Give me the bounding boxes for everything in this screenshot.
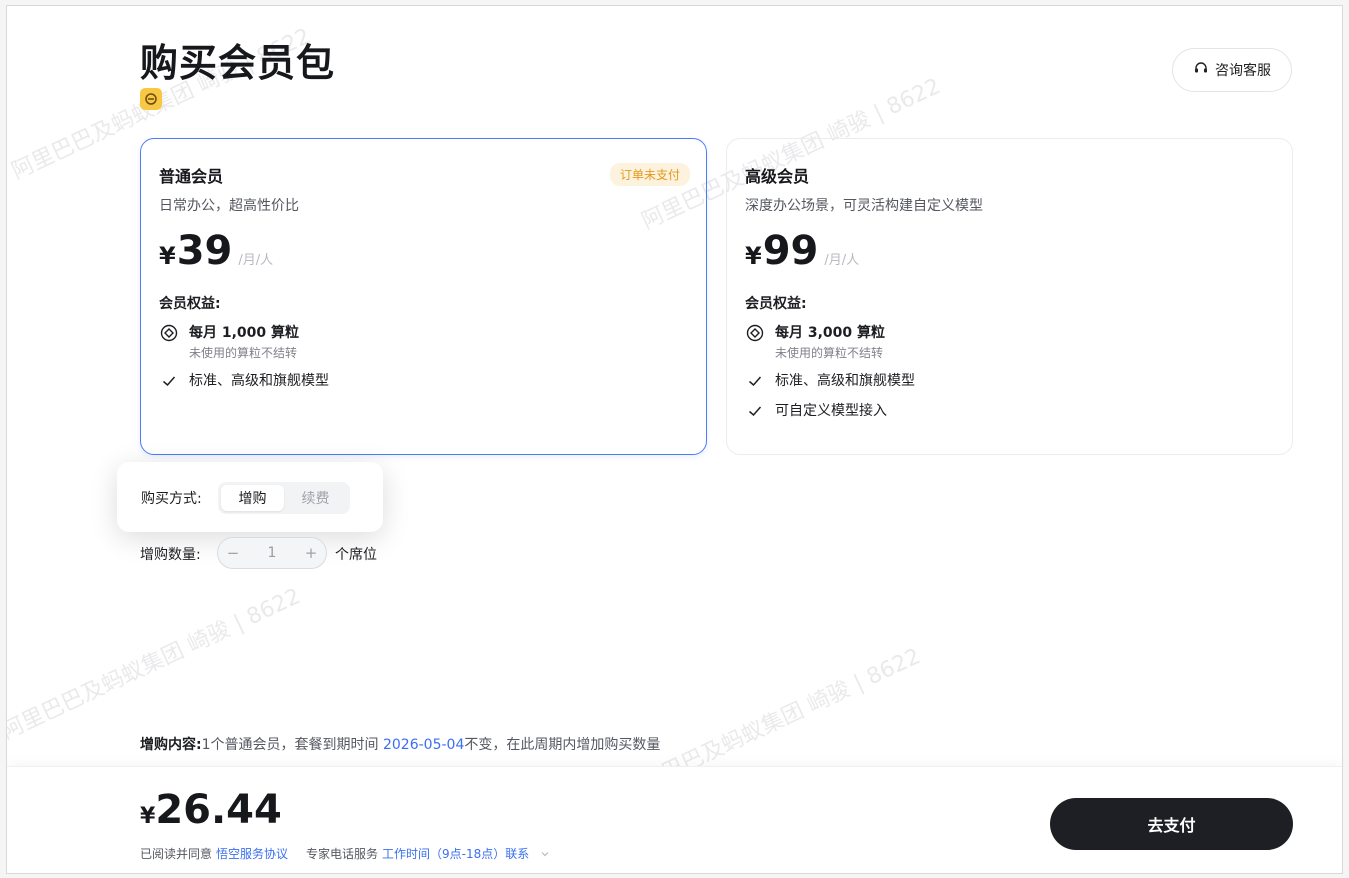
unpaid-order-badge: 订单未支付 xyxy=(609,163,690,186)
quantity-label: 增购数量: xyxy=(140,547,201,563)
quantity-stepper: − 1 + xyxy=(217,537,327,569)
plan-description: 深度办公场景，可灵活构建自定义模型 xyxy=(745,198,983,214)
benefit-main-text: 每月 3,000 算粒 xyxy=(775,325,886,341)
purchase-page: 阿里巴巴及蚂蚁集团 崎骏 | 8622 阿里巴巴及蚂蚁集团 崎骏 | 8622 … xyxy=(6,5,1343,874)
price-value: 39 xyxy=(176,228,233,274)
price-unit: /月/人 xyxy=(824,253,860,268)
purchase-summary: 增购内容:1个普通会员，套餐到期时间 2026-05-04不变，在此周期内增加购… xyxy=(140,734,660,754)
plan-card-standard[interactable]: 订单未支付 普通会员 日常办公，超高性价比 ¥ 39 /月/人 会员权益: 每月… xyxy=(140,138,707,455)
total-price: ¥ 26.44 xyxy=(140,787,282,833)
chevron-down-icon[interactable] xyxy=(539,848,551,860)
benefit-main-text: 每月 1,000 算粒 xyxy=(189,325,300,341)
checkout-footer: ¥ 26.44 已阅读并同意 悟空服务协议 专家电话服务 工作时间（9点-18点… xyxy=(7,766,1342,873)
plan-price: ¥ 99 /月/人 xyxy=(745,225,1274,277)
phone-service-text: 专家电话服务 xyxy=(306,847,379,861)
benefit-item: 标准、高级和旗舰模型 xyxy=(745,371,1274,391)
benefit-text: 可自定义模型接入 xyxy=(775,403,887,419)
check-icon xyxy=(745,371,765,391)
total-amount: 26.44 xyxy=(155,787,282,833)
benefit-item: 每月 3,000 算粒 未使用的算粒不结转 xyxy=(745,323,1274,361)
method-option-add[interactable]: 增购 xyxy=(221,485,284,511)
pay-button[interactable]: 去支付 xyxy=(1050,798,1293,850)
price-value: 99 xyxy=(762,228,819,274)
coin-icon xyxy=(159,323,179,343)
plan-name: 高级会员 xyxy=(745,167,810,186)
benefit-item: 标准、高级和旗舰模型 xyxy=(159,371,688,391)
check-icon xyxy=(159,371,179,391)
method-option-renew[interactable]: 续费 xyxy=(284,485,347,511)
currency-symbol: ¥ xyxy=(140,804,156,829)
summary-text: 1个普通会员，套餐到期时间 xyxy=(201,737,379,753)
price-unit: /月/人 xyxy=(238,253,274,268)
benefit-text: 标准、高级和旗舰模型 xyxy=(775,373,915,389)
plan-name: 普通会员 xyxy=(159,167,224,186)
app-badge-icon xyxy=(140,88,162,110)
benefits-title: 会员权益: xyxy=(745,296,807,312)
coin-icon xyxy=(745,323,765,343)
benefit-note: 未使用的算粒不结转 xyxy=(189,346,298,360)
summary-prefix: 增购内容: xyxy=(140,737,202,753)
customer-service-button[interactable]: 咨询客服 xyxy=(1172,48,1292,92)
service-agreement-link[interactable]: 悟空服务协议 xyxy=(216,845,288,862)
quantity-unit: 个席位 xyxy=(335,547,377,563)
headset-icon xyxy=(1193,60,1209,80)
currency-symbol: ¥ xyxy=(159,242,176,270)
watermark: 阿里巴巴及蚂蚁集团 崎骏 | 8622 xyxy=(6,583,305,745)
expiry-date: 2026-05-04 xyxy=(382,737,465,753)
decrement-button[interactable]: − xyxy=(218,544,248,562)
plan-price: ¥ 39 /月/人 xyxy=(159,225,688,277)
purchase-method-panel: 购买方式: 增购 续费 xyxy=(117,462,383,532)
benefits-title: 会员权益: xyxy=(159,296,221,312)
currency-symbol: ¥ xyxy=(745,242,762,270)
purchase-method-label: 购买方式: xyxy=(141,491,202,507)
check-icon xyxy=(745,401,765,421)
page-title: 购买会员包 xyxy=(140,41,336,85)
benefit-item: 每月 1,000 算粒 未使用的算粒不结转 xyxy=(159,323,688,361)
benefit-text: 标准、高级和旗舰模型 xyxy=(189,373,329,389)
increment-button[interactable]: + xyxy=(296,544,326,562)
agreement-row: 已阅读并同意 悟空服务协议 专家电话服务 工作时间（9点-18点）联系 xyxy=(140,845,551,862)
plan-description: 日常办公，超高性价比 xyxy=(159,198,299,214)
benefit-item: 可自定义模型接入 xyxy=(745,401,1274,421)
summary-text: 不变，在此周期内增加购买数量 xyxy=(464,737,661,753)
quantity-value[interactable]: 1 xyxy=(248,545,296,561)
benefit-note: 未使用的算粒不结转 xyxy=(775,346,884,360)
plan-card-advanced[interactable]: 高级会员 深度办公场景，可灵活构建自定义模型 ¥ 99 /月/人 会员权益: 每… xyxy=(726,138,1293,455)
purchase-method-toggle: 增购 续费 xyxy=(218,482,350,514)
agree-text: 已阅读并同意 xyxy=(140,847,213,861)
working-hours-link[interactable]: 工作时间（9点-18点）联系 xyxy=(382,845,529,862)
customer-service-label: 咨询客服 xyxy=(1215,63,1271,79)
